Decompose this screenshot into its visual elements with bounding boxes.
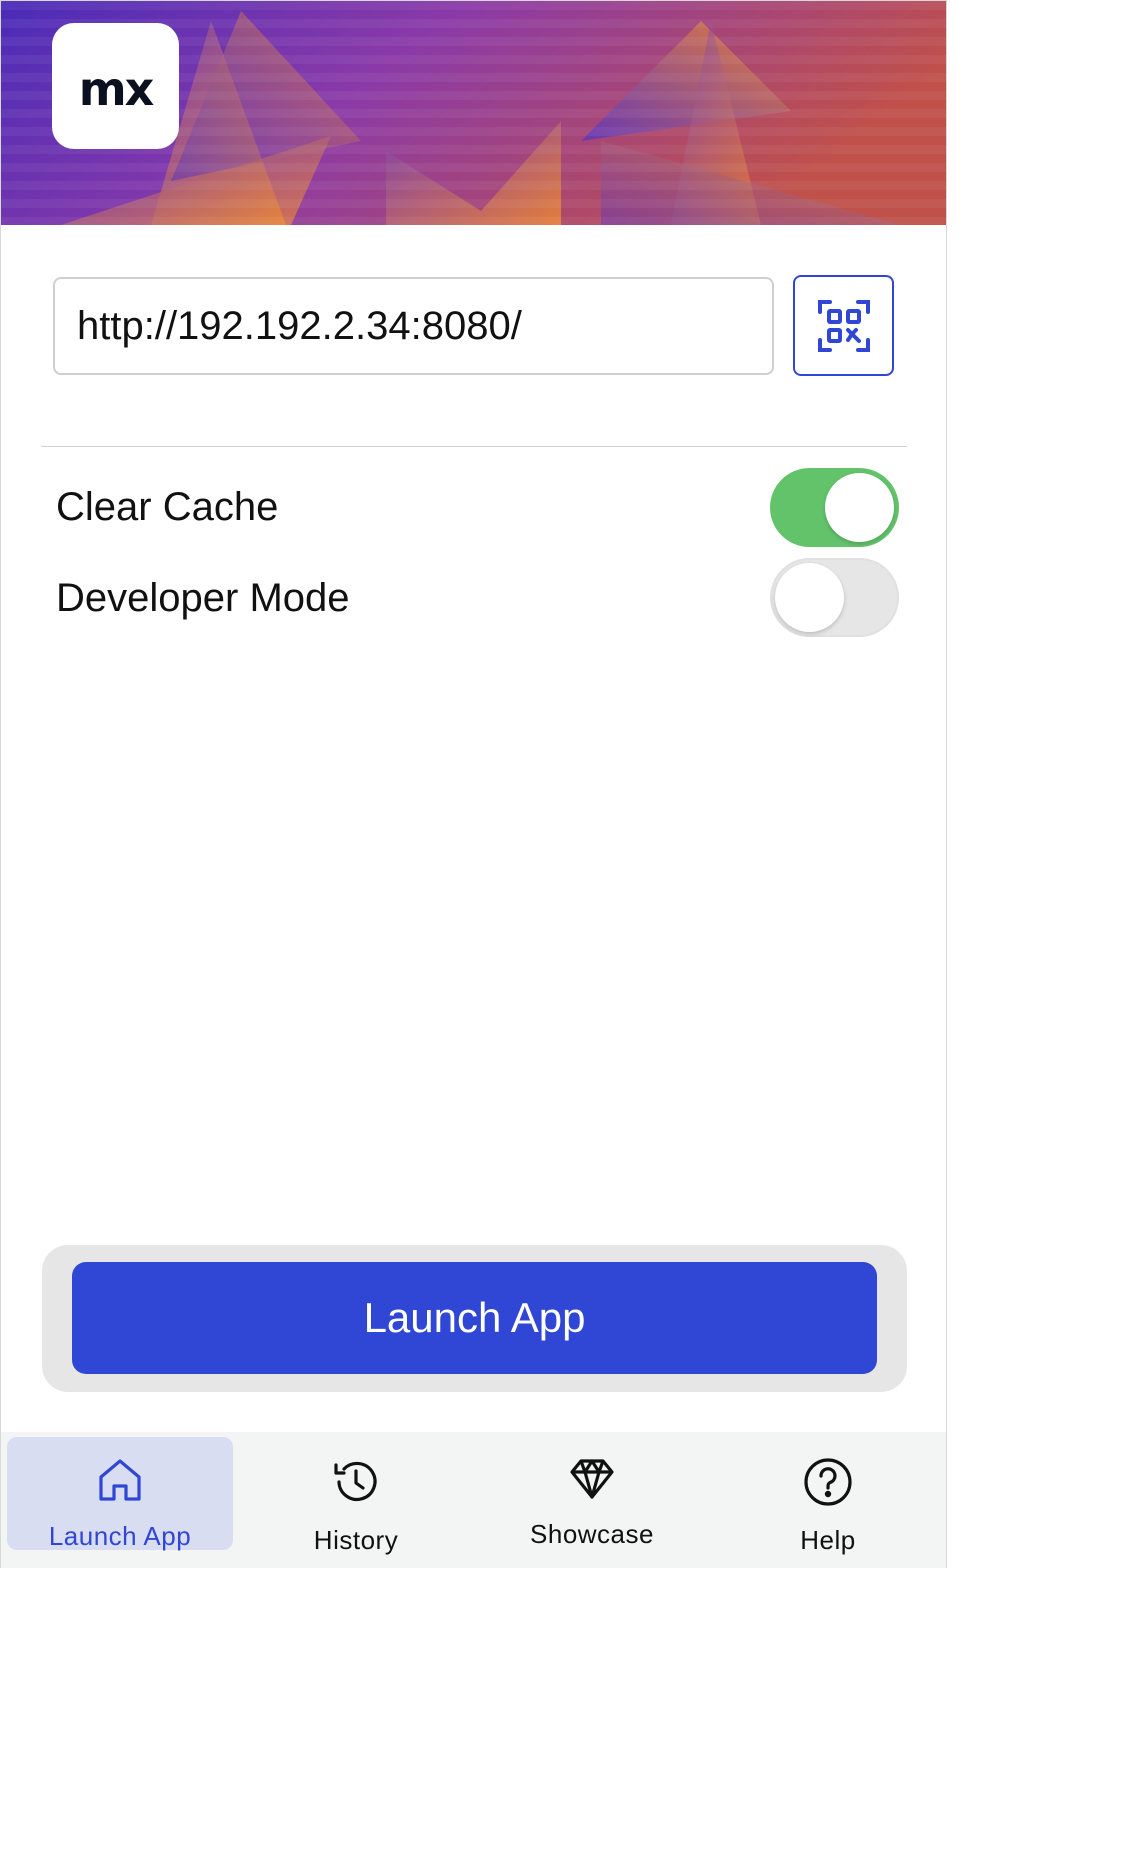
toggle-knob — [825, 473, 894, 542]
clear-cache-label: Clear Cache — [56, 485, 279, 529]
history-icon — [334, 1461, 377, 1502]
toggle-knob — [775, 563, 844, 632]
diamond-icon — [570, 1459, 614, 1499]
header-banner: mx — [1, 1, 946, 225]
tab-label: Launch App — [48, 1521, 192, 1551]
tab-label: Help — [800, 1525, 856, 1555]
home-icon — [99, 1459, 141, 1501]
tab-launch-app[interactable]: Launch App — [7, 1437, 233, 1551]
clear-cache-toggle[interactable] — [770, 468, 899, 547]
developer-mode-label: Developer Mode — [56, 576, 350, 620]
tab-showcase[interactable]: Showcase — [479, 1437, 705, 1550]
qr-code-icon — [817, 299, 870, 352]
scan-qr-button[interactable] — [793, 275, 894, 376]
app-screen: mx Clear Cache Developer Mode Launch App — [0, 0, 947, 1568]
tab-history[interactable]: History — [243, 1437, 469, 1555]
tab-label: Showcase — [530, 1519, 654, 1549]
help-icon — [804, 1458, 852, 1506]
bottom-tab-bar: Launch App History Showcase Help — [1, 1432, 946, 1568]
section-divider — [41, 446, 907, 447]
logo-text: mx — [78, 62, 155, 116]
tab-help[interactable]: Help — [715, 1437, 941, 1555]
developer-mode-toggle[interactable] — [770, 558, 899, 637]
launch-app-button[interactable]: Launch App — [72, 1262, 877, 1374]
mendix-logo: mx — [52, 23, 179, 149]
tab-label: History — [313, 1525, 399, 1555]
app-url-input[interactable] — [53, 277, 774, 375]
